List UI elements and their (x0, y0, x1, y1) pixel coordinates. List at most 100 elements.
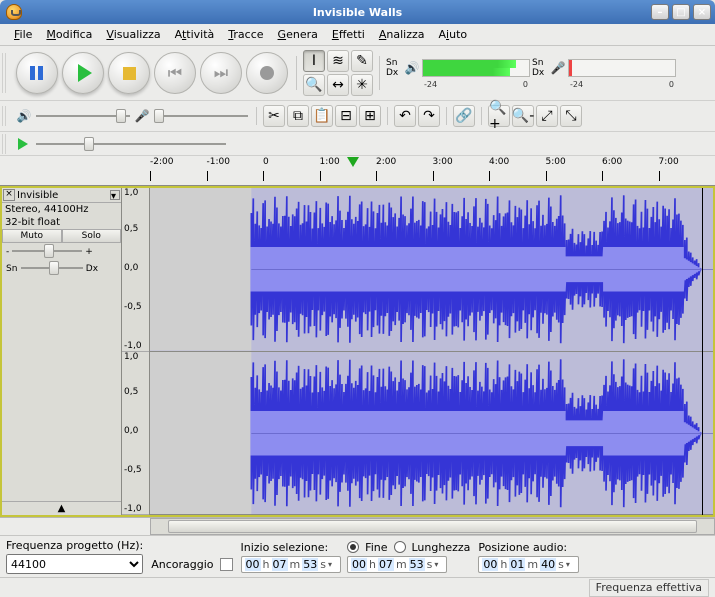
playback-meter[interactable] (422, 59, 530, 77)
waveform-display[interactable] (150, 188, 713, 515)
playback-speed-slider[interactable] (36, 140, 226, 148)
vertical-scale[interactable]: 1,0 0,5 0,0 -0,5 -1,0 1,0 0,5 0,0 -0,5 -… (122, 188, 150, 515)
selection-start-label: Inizio selezione: (241, 541, 329, 554)
menu-modifica[interactable]: Modifica (40, 26, 98, 43)
edit-tools: I ≋ ✎ 🔍 ↔ ✳ (301, 48, 375, 98)
track-collapse-button[interactable]: ▲ (2, 501, 121, 515)
length-radio[interactable] (394, 541, 406, 553)
window-titlebar: Invisible Walls – □ × (0, 0, 715, 24)
menu-analizza[interactable]: Analizza (373, 26, 431, 43)
app-icon (6, 4, 22, 20)
snap-checkbox[interactable] (220, 558, 233, 571)
status-rate-hint: Frequenza effettiva (589, 579, 709, 597)
multi-tool[interactable]: ✳ (351, 74, 373, 96)
scrollbar-thumb[interactable] (168, 520, 697, 533)
zoom-out-button[interactable]: 🔍- (512, 105, 534, 127)
window-title: Invisible Walls (313, 6, 402, 19)
menu-tracce[interactable]: Tracce (222, 26, 269, 43)
track-menu-dropdown[interactable]: ▾ (110, 190, 120, 200)
record-meter-labels: SnDx (532, 58, 548, 78)
redo-button[interactable]: ↷ (418, 105, 440, 127)
minimize-button[interactable]: – (651, 4, 669, 20)
silence-button[interactable]: ⊞ (359, 105, 381, 127)
playback-meter-scale: -240 (422, 80, 530, 89)
fit-selection-button[interactable]: ⤢ (536, 105, 558, 127)
stop-button[interactable] (108, 52, 150, 94)
dropdown-icon[interactable]: ▾ (328, 560, 337, 569)
skip-start-button[interactable]: ⏮ (154, 52, 196, 94)
snap-label: Ancoraggio (151, 558, 213, 571)
input-volume-slider[interactable] (154, 112, 248, 120)
copy-button[interactable]: ⧉ (287, 105, 309, 127)
edit-toolbar: ✂ ⧉ 📋 ⊟ ⊞ (261, 103, 383, 129)
pan-slider[interactable] (21, 264, 83, 272)
gain-slider[interactable] (12, 247, 82, 255)
separator (379, 56, 380, 90)
link-tracks-button[interactable]: 🔗 (453, 105, 475, 127)
zoom-tool[interactable]: 🔍 (303, 74, 325, 96)
record-button[interactable] (246, 52, 288, 94)
toolbar-grip[interactable] (2, 53, 10, 93)
project-rate-label: Frequenza progetto (Hz): (6, 539, 143, 552)
close-button[interactable]: × (693, 4, 711, 20)
meter-toolbar: SnDx 🔊 SnDx 🎤 -240 -240 (384, 56, 678, 91)
timeshift-tool[interactable]: ↔ (327, 74, 349, 96)
track-close-button[interactable]: × (3, 189, 15, 201)
audio-position-field[interactable]: 00h 01m 40s ▾ (478, 556, 578, 573)
selection-end-field[interactable]: 00h 07m 53s ▾ (347, 556, 447, 573)
menu-aiuto[interactable]: Aiuto (433, 26, 474, 43)
selection-cursor[interactable] (702, 188, 703, 515)
solo-button[interactable]: Solo (62, 229, 122, 243)
track-format: Stereo, 44100Hz (2, 203, 121, 216)
dropdown-icon[interactable]: ▾ (434, 560, 443, 569)
track-name[interactable]: Invisible (17, 190, 108, 201)
zoom-in-button[interactable]: 🔍+ (488, 105, 510, 127)
timeline[interactable]: -2:00-1:0001:002:003:004:005:006:007:008… (0, 156, 715, 186)
record-meter[interactable] (568, 59, 676, 77)
project-rate-select[interactable]: 44100 (6, 554, 143, 574)
toolbar-grip[interactable] (2, 106, 10, 126)
dropdown-icon[interactable]: ▾ (566, 560, 575, 569)
separator (446, 107, 447, 125)
menu-file[interactable]: File (8, 26, 38, 43)
output-volume-slider[interactable] (36, 112, 130, 120)
menu-attivita[interactable]: Attività (169, 26, 221, 43)
time-ruler[interactable]: -2:00-1:0001:002:003:004:005:006:007:008… (150, 157, 715, 185)
play-button[interactable] (62, 52, 104, 94)
pause-button[interactable] (16, 52, 58, 94)
playback-meter-labels: SnDx (386, 58, 402, 78)
undo-button[interactable]: ↶ (394, 105, 416, 127)
draw-tool[interactable]: ✎ (351, 50, 373, 72)
output-volume: 🔊 🎤 (12, 109, 252, 123)
mute-button[interactable]: Muto (2, 229, 62, 243)
toolbar-grip[interactable] (2, 134, 10, 154)
menu-visualizza[interactable]: Visualizza (100, 26, 166, 43)
fit-project-button[interactable]: ⤡ (560, 105, 582, 127)
menu-genera[interactable]: Genera (272, 26, 324, 43)
main-area: -2:00-1:0001:002:003:004:005:006:007:008… (0, 156, 715, 535)
maximize-button[interactable]: □ (672, 4, 690, 20)
cut-button[interactable]: ✂ (263, 105, 285, 127)
waveform-channel-right[interactable] (150, 352, 713, 516)
horizontal-scrollbar[interactable] (0, 517, 715, 535)
end-radio[interactable] (347, 541, 359, 553)
playhead-marker[interactable] (347, 157, 359, 167)
menu-effetti[interactable]: Effetti (326, 26, 371, 43)
menubar: File Modifica Visualizza Attività Tracce… (0, 24, 715, 46)
length-radio-label: Lunghezza (412, 541, 471, 554)
play-at-speed-button[interactable] (18, 138, 28, 150)
trim-button[interactable]: ⊟ (335, 105, 357, 127)
selection-tool[interactable]: I (303, 50, 325, 72)
track-control-panel: × Invisible ▾ Stereo, 44100Hz 32-bit flo… (2, 188, 122, 515)
paste-button[interactable]: 📋 (311, 105, 333, 127)
audio-position-label: Posizione audio: (478, 541, 578, 554)
waveform-channel-left[interactable] (150, 188, 713, 352)
toolbar-main: ⏮ ⏭ I ≋ ✎ 🔍 ↔ ✳ SnDx 🔊 SnDx 🎤 -240 (0, 46, 715, 101)
selection-start-field[interactable]: 00h 07m 53s ▾ (241, 556, 341, 573)
separator (296, 56, 297, 90)
envelope-tool[interactable]: ≋ (327, 50, 349, 72)
skip-end-button[interactable]: ⏭ (200, 52, 242, 94)
transport-controls: ⏮ ⏭ (12, 48, 292, 98)
speaker-icon: 🔊 (404, 61, 420, 75)
track-depth: 32-bit float (2, 216, 121, 229)
